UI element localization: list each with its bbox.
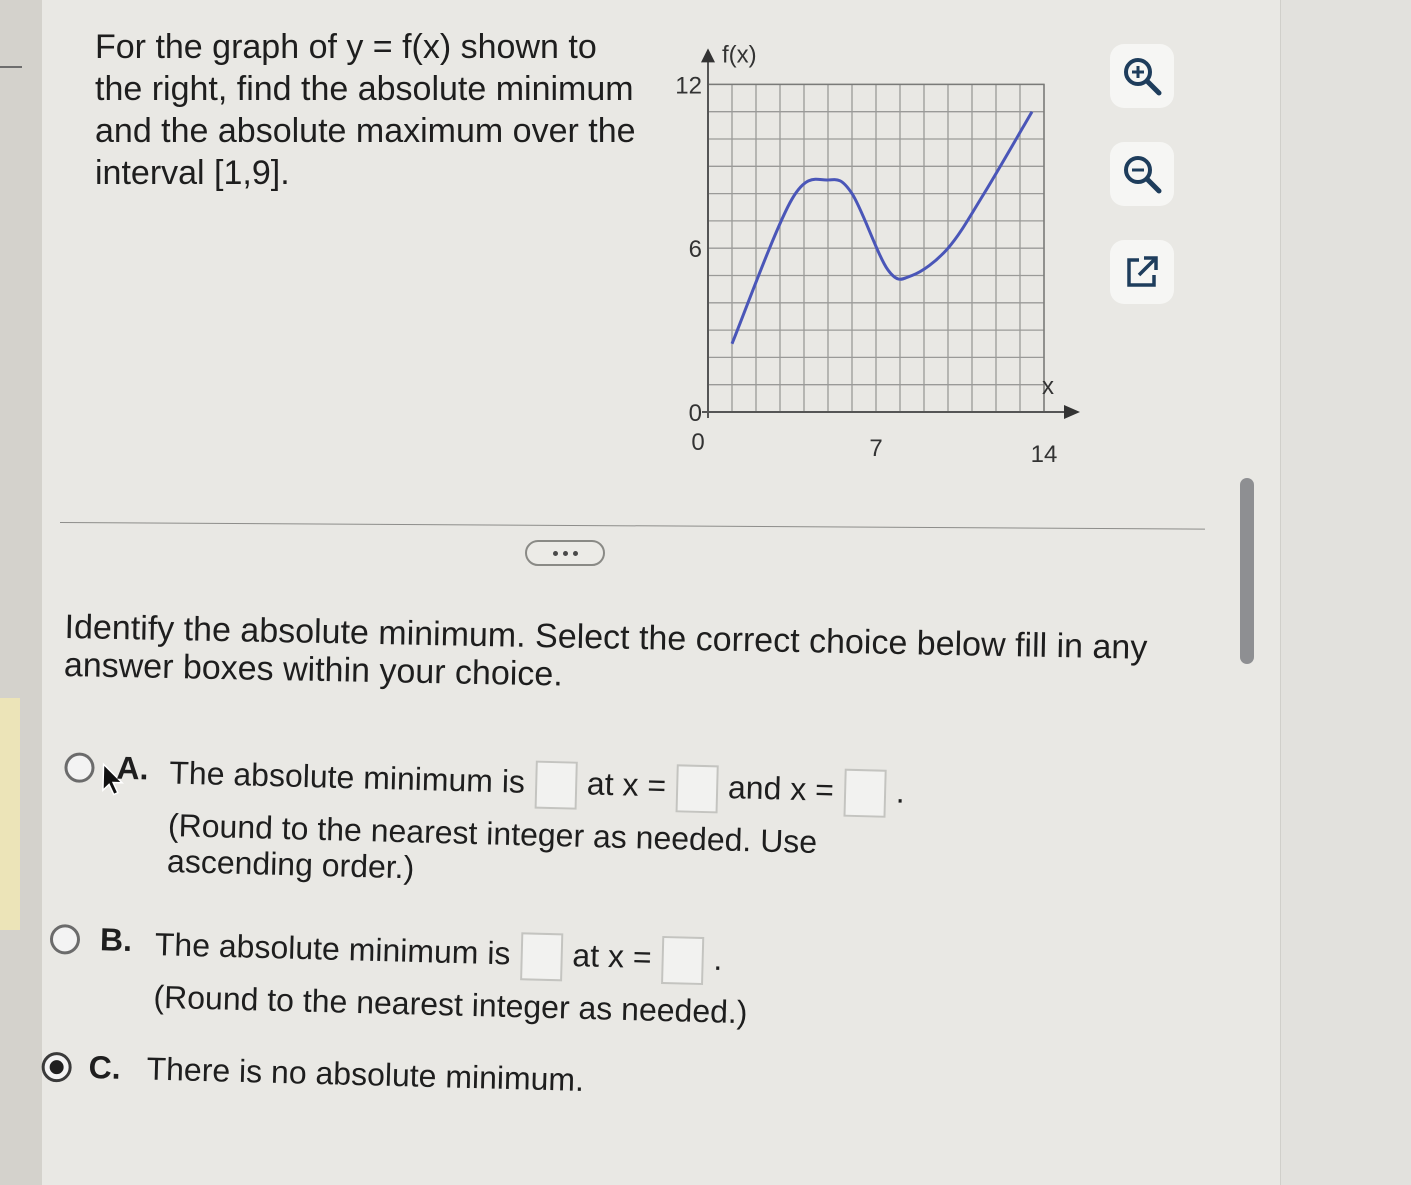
problem-line: For the graph of y = f(x) shown to [95, 28, 597, 66]
choice-a-note: ascending order.) [166, 842, 415, 886]
dot-icon [552, 550, 558, 556]
zoom-in-icon [1124, 58, 1162, 96]
x-tick-label: 7 [869, 435, 882, 462]
min-value-input[interactable] [534, 760, 578, 810]
left-edge [0, 0, 42, 1185]
choice-b-period: . [713, 940, 723, 977]
zoom-out-icon [1124, 156, 1162, 194]
external-link-icon [1127, 256, 1158, 287]
x-axis-label: x [1042, 373, 1054, 400]
problem-line: and the absolute maximum over the [95, 112, 636, 150]
y-tick-label: 6 [689, 236, 702, 263]
problem-statement: For the graph of y = f(x) shown to the r… [95, 26, 640, 194]
choice-c-letter: C. [88, 1048, 122, 1086]
scrollbar[interactable] [1240, 478, 1254, 664]
answer-choices: A. The absolute minimum is at x = and x =.… [41, 748, 1155, 1098]
zoom-out-button[interactable] [1110, 142, 1174, 206]
choice-a-text: The absolute minimum is [168, 754, 526, 800]
x-value-input-1[interactable] [675, 764, 719, 814]
choice-a-text: at x = [586, 765, 667, 804]
y-tick-label: 0 [689, 400, 702, 427]
choice-a-period: . [895, 773, 906, 810]
choice-a-radio[interactable] [64, 752, 95, 784]
popout-button[interactable] [1110, 240, 1174, 304]
choice-b-note: (Round to the nearest integer as needed.… [153, 978, 748, 1031]
choice-b-text: at x = [571, 937, 653, 976]
question-prompt: Identify the absolute minimum. Select th… [63, 608, 1148, 694]
choice-b-letter: B. [99, 921, 133, 959]
function-curve [730, 110, 1034, 345]
problem-line: the right, find the absolute minimum [95, 70, 634, 108]
x-value-input[interactable] [660, 935, 705, 986]
choice-b-line: The absolute minimum is at x =. [154, 923, 723, 986]
choice-b-text: The absolute minimum is [154, 926, 511, 972]
choice-a-text: and x = [727, 769, 835, 808]
choice-b-radio[interactable] [49, 923, 81, 955]
expand-more-button[interactable] [525, 540, 605, 566]
x-tick-label: 0 [691, 429, 704, 456]
x-axis-arrow [1064, 405, 1080, 419]
right-panel [1280, 0, 1411, 1185]
left-highlight [0, 698, 20, 930]
left-edge-tick [0, 66, 22, 68]
section-divider [59, 522, 1205, 530]
zoom-in-button[interactable] [1110, 44, 1174, 108]
choice-a-line: The absolute minimum is at x = and x =. [169, 751, 906, 818]
min-value-input[interactable] [519, 932, 564, 982]
dot-icon [562, 550, 568, 556]
x-tick-label: 14 [1031, 441, 1058, 468]
choice-c-radio[interactable] [41, 1051, 73, 1083]
function-graph: f(x) x 12 6 0 0 7 14 [675, 41, 1080, 468]
problem-line: interval [1,9]. [95, 154, 290, 192]
y-axis-label: f(x) [722, 41, 757, 68]
dot-icon [572, 550, 578, 556]
y-axis-arrow [701, 48, 715, 63]
x-value-input-2[interactable] [843, 768, 887, 818]
choice-a-letter: A. [116, 749, 149, 787]
y-tick-label: 12 [675, 72, 702, 99]
choice-c-text: There is no absolute minimum. [146, 1050, 585, 1098]
